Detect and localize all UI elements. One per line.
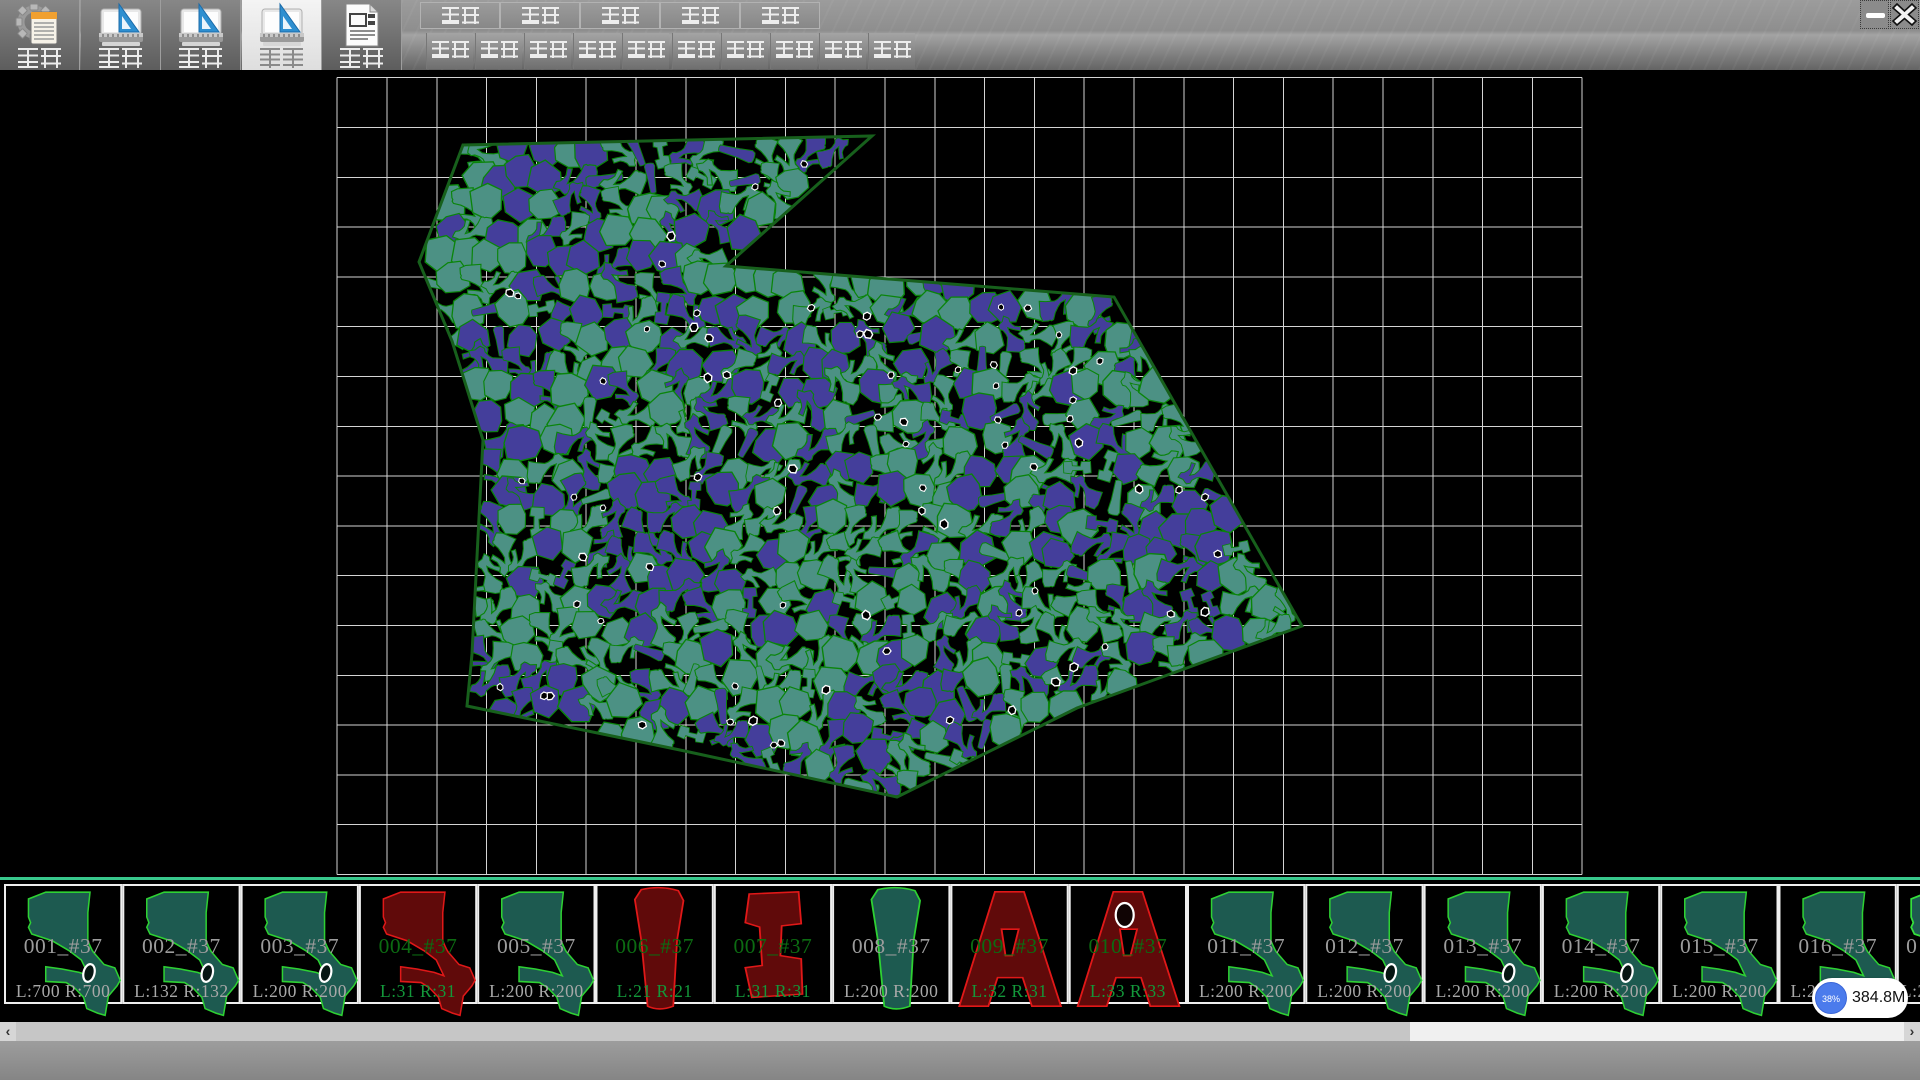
svg-text:004_#37: 004_#37: [379, 934, 458, 958]
svg-text:009_#37: 009_#37: [970, 934, 1049, 958]
svg-text:003_#37: 003_#37: [260, 934, 339, 958]
svg-text:001_#37: 001_#37: [24, 934, 103, 958]
svg-text:002_#37: 002_#37: [142, 934, 221, 958]
svg-text:016_#37: 016_#37: [1798, 934, 1877, 958]
svg-text:L:700 R:700: L:700 R:700: [16, 981, 110, 1001]
svg-text:L:33 R:33: L:33 R:33: [1090, 981, 1166, 1001]
svg-text:L:31 R:31: L:31 R:31: [735, 981, 811, 1001]
svg-text:014_#37: 014_#37: [1562, 934, 1641, 958]
svg-text:L:200 R:200: L:200 R:200: [844, 981, 938, 1001]
svg-text:013_#37: 013_#37: [1443, 934, 1522, 958]
svg-text:L:200 R:200: L:200 R:200: [1672, 981, 1766, 1001]
svg-text:007_#37: 007_#37: [734, 934, 813, 958]
svg-text:008_#37: 008_#37: [852, 934, 931, 958]
svg-text:L:31 R:31: L:31 R:31: [380, 981, 456, 1001]
svg-text:010_#37: 010_#37: [1089, 934, 1168, 958]
svg-text:005_#37: 005_#37: [497, 934, 576, 958]
svg-text:011_#37: 011_#37: [1207, 934, 1285, 958]
svg-text:L:21 R:21: L:21 R:21: [617, 981, 693, 1001]
svg-text:006_#37: 006_#37: [615, 934, 694, 958]
svg-text:L:32 R:31: L:32 R:31: [972, 981, 1048, 1001]
svg-text:L:200 R:200: L:200 R:200: [1199, 981, 1293, 1001]
svg-text:L:200 R:200: L:200 R:200: [1554, 981, 1648, 1001]
svg-text:L:200 R:200: L:200 R:200: [1436, 981, 1530, 1001]
svg-text:0: 0: [1906, 934, 1917, 958]
svg-text:012_#37: 012_#37: [1325, 934, 1404, 958]
svg-text:L:132 R:132: L:132 R:132: [134, 981, 228, 1001]
svg-text:L:200 R:200: L:200 R:200: [1317, 981, 1411, 1001]
svg-text:L:200 R:200: L:200 R:200: [489, 981, 583, 1001]
svg-text:L:200 R:200: L:200 R:200: [253, 981, 347, 1001]
svg-text:015_#37: 015_#37: [1680, 934, 1759, 958]
